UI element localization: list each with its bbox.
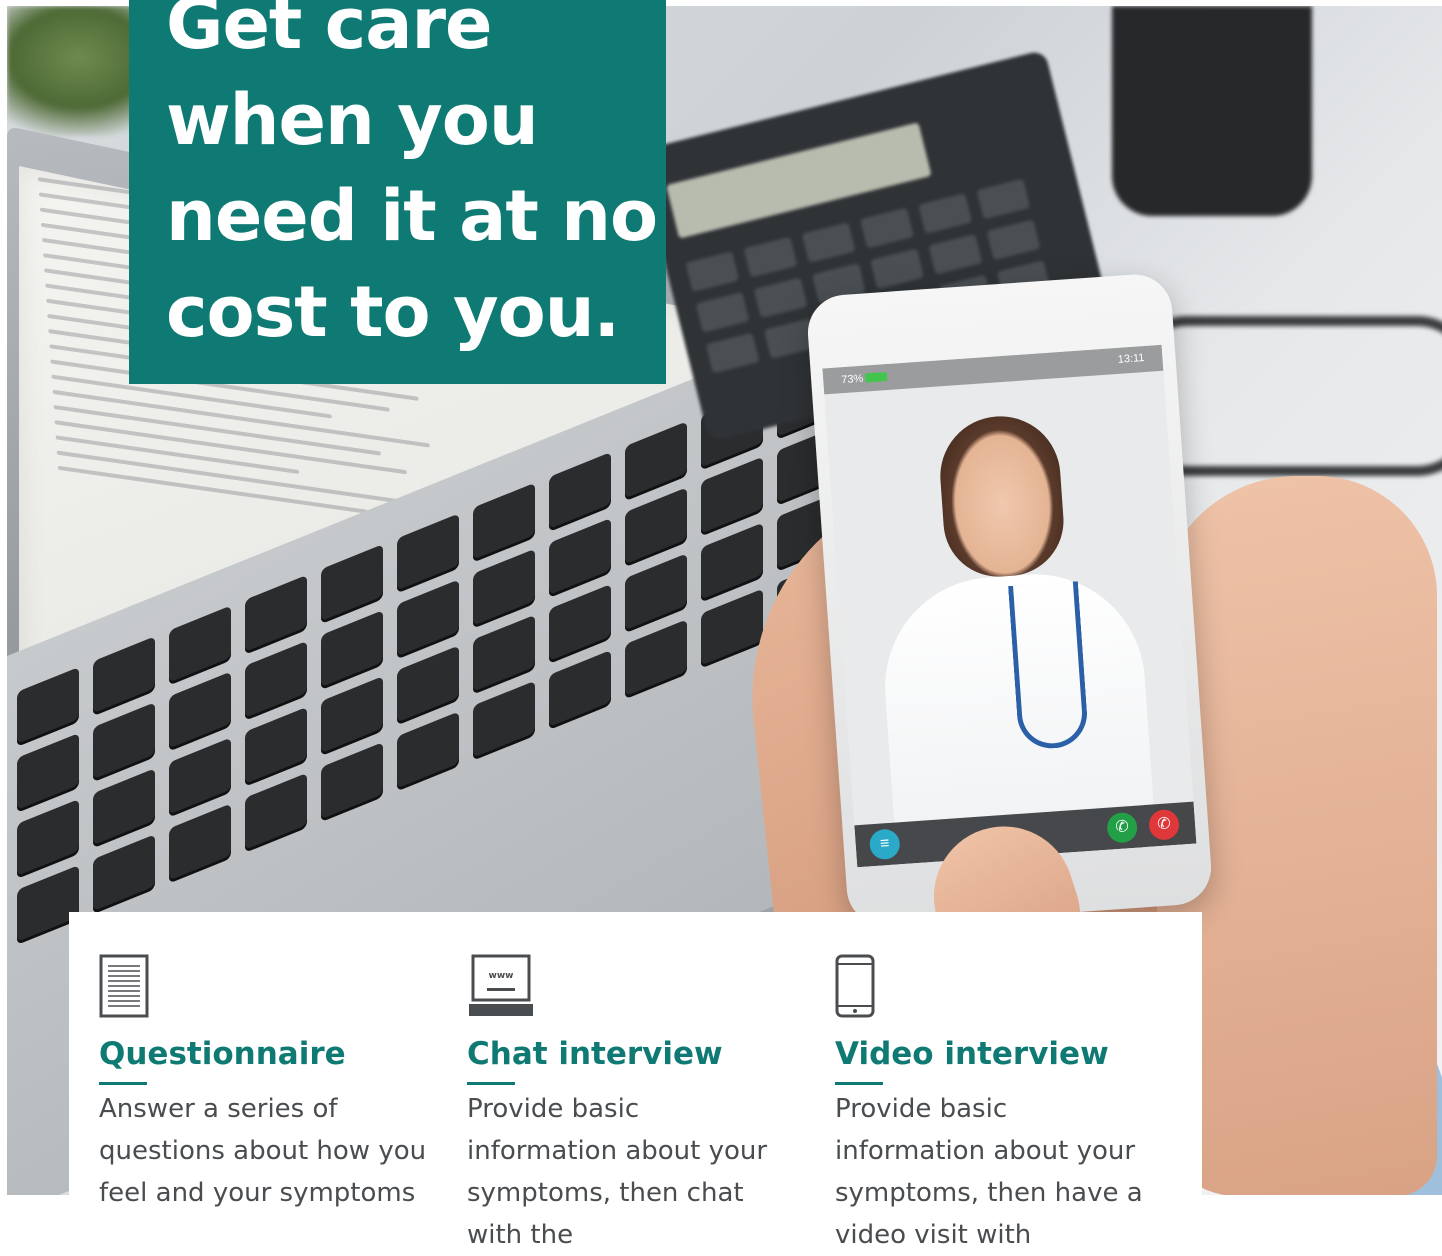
battery-icon	[864, 372, 888, 383]
stethoscope	[1008, 581, 1090, 751]
feature-title: Chat interview	[467, 1036, 723, 1072]
laptop-icon: www	[467, 954, 535, 1023]
feature-description: Answer a series of questions about how y…	[99, 1094, 427, 1208]
title-underline	[467, 1082, 515, 1085]
title-underline	[835, 1082, 883, 1085]
menu-icon: ≡	[868, 828, 901, 861]
document-icon	[99, 954, 149, 1023]
smartphone-icon	[835, 954, 875, 1023]
doctor-face	[936, 412, 1068, 581]
feature-title: Questionnaire	[99, 1036, 346, 1072]
feature-description: Provide basic information about your sym…	[835, 1094, 1143, 1250]
feature-title: Video interview	[835, 1036, 1109, 1072]
phone-decline-icon: ✆	[1148, 808, 1181, 841]
battery-percent: 73%	[840, 372, 864, 387]
title-underline	[99, 1082, 147, 1085]
phone-clock: 13:11	[1117, 352, 1145, 366]
phone-status-bar: 73% 13:11	[822, 344, 1164, 395]
pen-holder	[1112, 6, 1312, 216]
phone-accept-icon: ✆	[1106, 811, 1139, 844]
www-label: www	[489, 971, 514, 981]
headline-box: Get care when you need it at no cost to …	[129, 0, 666, 384]
phone-screen: 73% 13:11 ≡ ✆ ✆	[822, 344, 1197, 868]
features-panel: Questionnaire Answer a series of questio…	[69, 912, 1202, 1250]
feature-description: Provide basic information about your sym…	[467, 1094, 768, 1250]
page-title: Get care when you need it at no cost to …	[166, 0, 658, 353]
